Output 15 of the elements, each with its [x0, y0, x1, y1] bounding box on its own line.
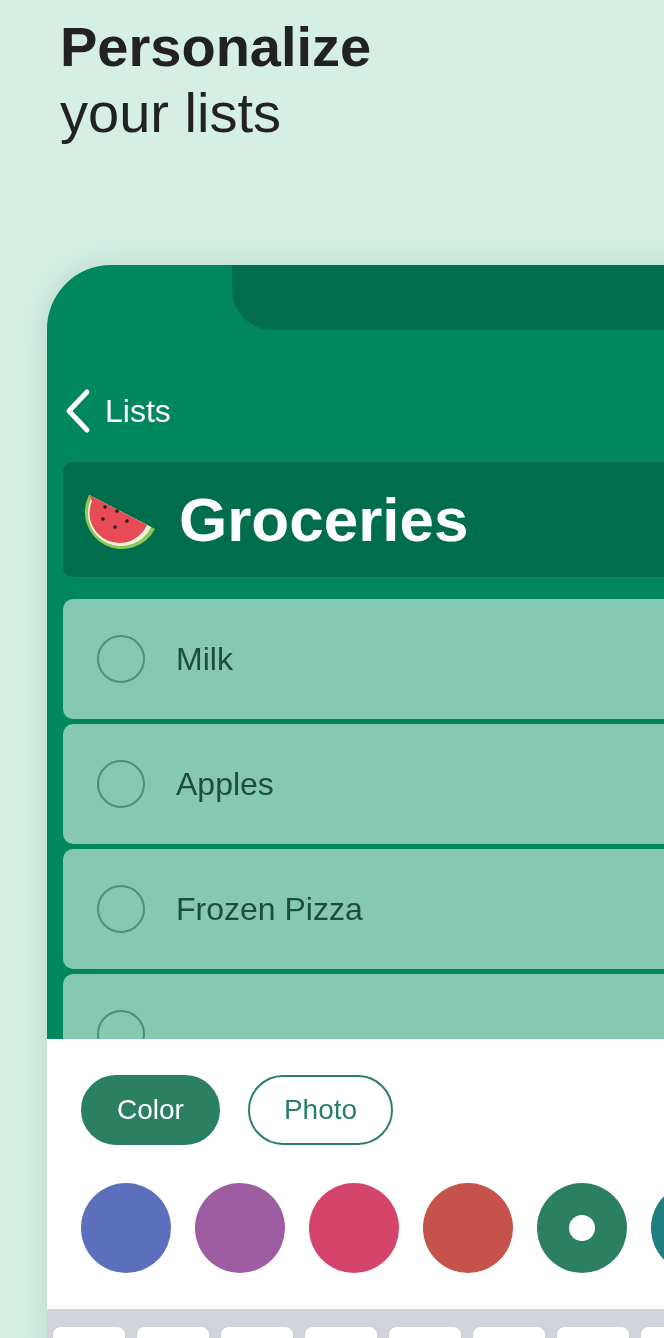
headline: Personalize [60, 14, 373, 80]
segment-tab[interactable]: Color [81, 1075, 220, 1145]
item-text: Milk [176, 640, 233, 679]
checkbox[interactable] [97, 635, 145, 683]
item-text: Frozen Pizza [176, 890, 363, 929]
list-item[interactable]: Frozen Pizza [63, 849, 664, 969]
item-text: Apples [176, 765, 274, 804]
checkbox[interactable] [97, 885, 145, 933]
list-item[interactable]: Milk [63, 599, 664, 719]
back-button[interactable]: Lists [63, 388, 171, 434]
list-title: Groceries [179, 488, 469, 551]
segment-tab[interactable]: Photo [247, 1075, 394, 1145]
list-item[interactable]: Apples [63, 724, 664, 844]
subheadline: your lists [60, 80, 282, 146]
checkbox[interactable] [97, 760, 145, 808]
